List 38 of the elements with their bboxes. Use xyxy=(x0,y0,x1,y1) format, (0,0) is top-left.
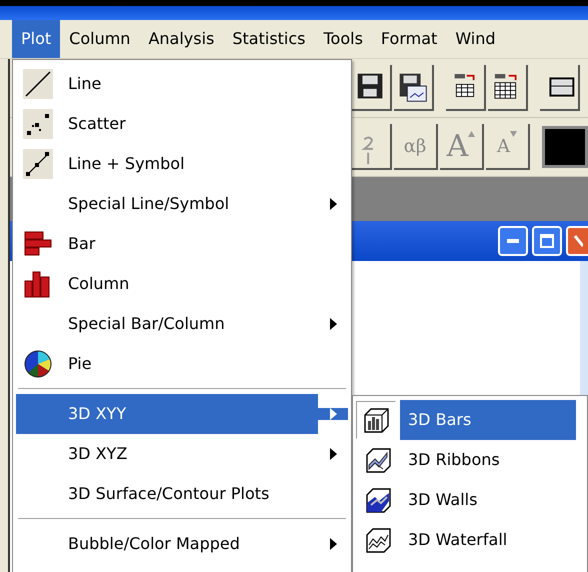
menu-item[interactable]: Column xyxy=(16,264,348,304)
minimize-button[interactable] xyxy=(498,226,528,256)
maximize-icon xyxy=(540,234,554,248)
scatter-chart-icon xyxy=(23,109,53,139)
menu-item[interactable]: Line xyxy=(16,64,348,104)
menu-item[interactable]: 3D Walls xyxy=(356,480,584,520)
menu-bar-item[interactable]: Format xyxy=(372,20,446,58)
line-symbol-chart-icon xyxy=(23,149,53,179)
grow-triangle-icon xyxy=(468,131,476,137)
import-multiple-icon[interactable] xyxy=(488,65,528,111)
close-button[interactable] xyxy=(566,226,588,256)
menu-item[interactable]: Bubble/Color Mapped xyxy=(16,524,348,564)
save-template-icon[interactable] xyxy=(394,65,434,111)
menu-item[interactable]: 3D Ribbons xyxy=(356,440,584,480)
menu-item[interactable]: Scatter xyxy=(16,104,348,144)
line-chart-icon xyxy=(23,69,53,99)
menu-item[interactable]: 3D Waterfall xyxy=(356,520,584,560)
pie-chart-icon xyxy=(23,349,53,379)
shrink-triangle-icon xyxy=(510,131,517,137)
menu-bar-item[interactable]: Plot xyxy=(12,20,60,58)
save-icon[interactable] xyxy=(352,65,392,111)
menu-bar-item[interactable]: Wind xyxy=(446,20,505,58)
menu-item[interactable]: 3D XYZ xyxy=(16,434,348,474)
menu-item[interactable]: Pie xyxy=(16,344,348,384)
menu-item[interactable]: Special Line/Symbol xyxy=(16,184,348,224)
menu-bar-item[interactable]: Statistics xyxy=(223,20,314,58)
menu-item[interactable]: 3D Surface/Contour Plots xyxy=(16,474,348,514)
menu-bar-item[interactable]: Tools xyxy=(314,20,372,58)
menu-bar-item[interactable]: Analysis xyxy=(139,20,224,58)
menu-bar-item[interactable]: Column xyxy=(60,20,140,58)
maximize-button[interactable] xyxy=(532,226,562,256)
menu-item[interactable]: Bar xyxy=(16,224,348,264)
subscript-icon[interactable] xyxy=(352,124,392,170)
close-icon xyxy=(573,234,583,248)
menu-item[interactable]: Line + Symbol xyxy=(16,144,348,184)
color-swatch[interactable] xyxy=(542,126,588,168)
minimize-icon xyxy=(507,239,519,243)
menu-item[interactable]: Special Bar/Column xyxy=(16,304,348,344)
